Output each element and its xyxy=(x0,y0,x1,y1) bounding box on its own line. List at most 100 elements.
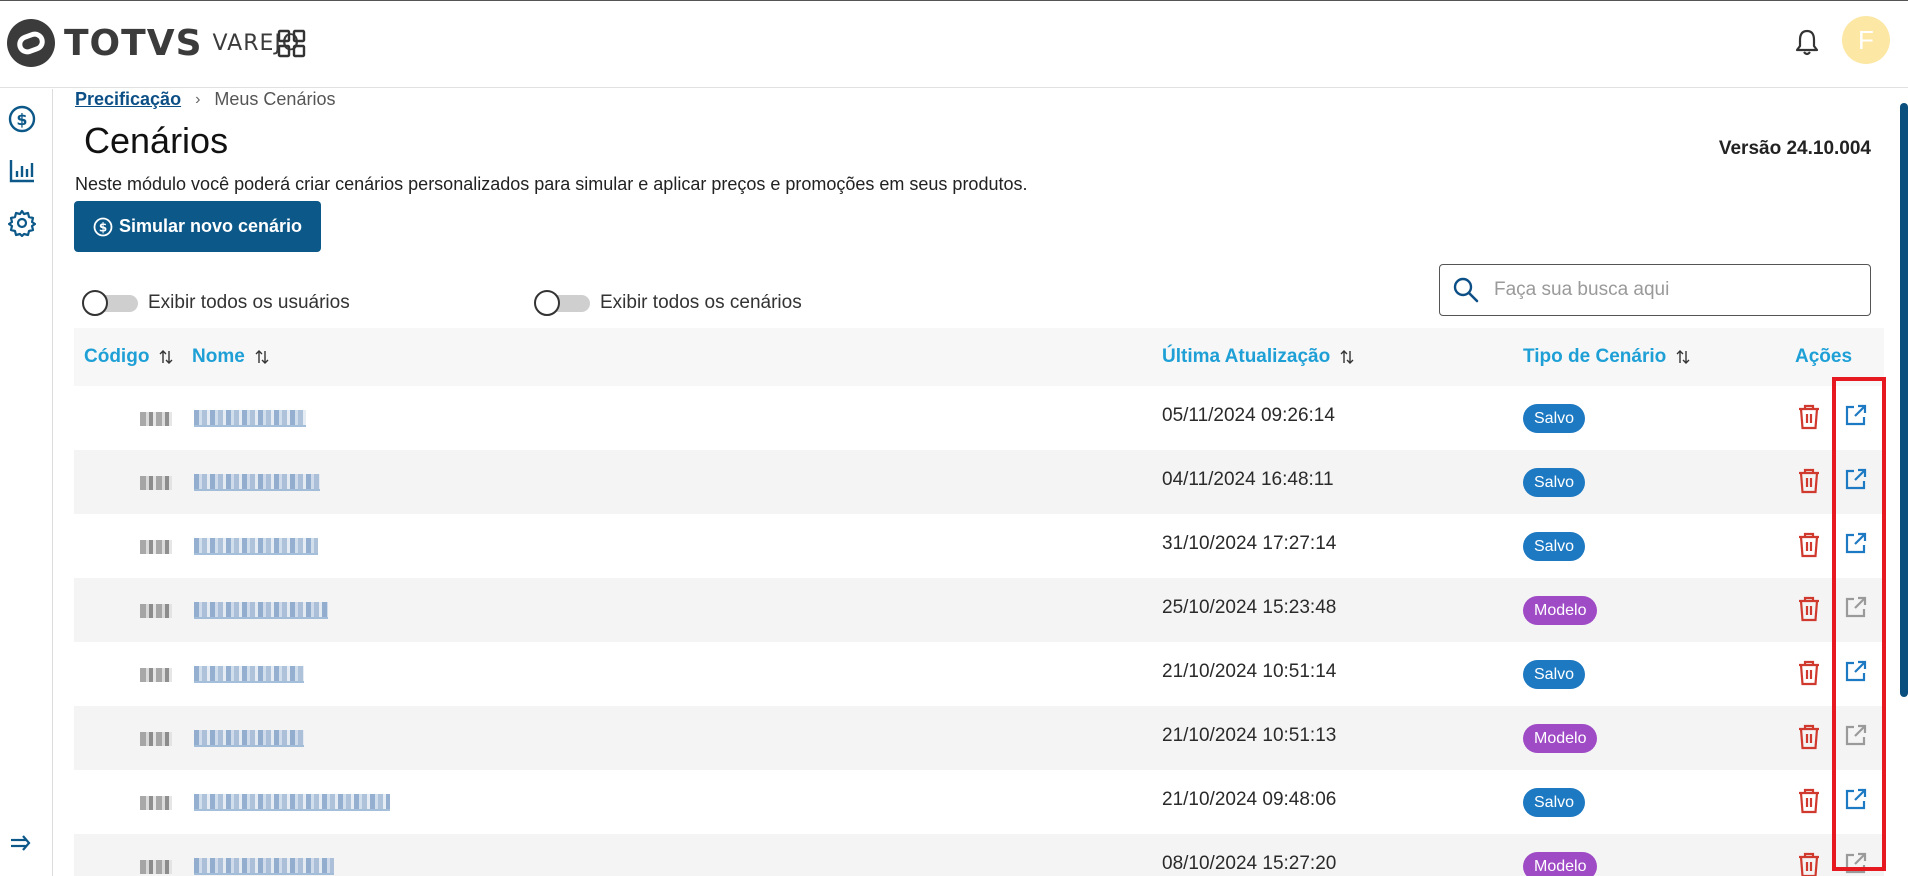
all-scenarios-filter: Exibir todos os cenários xyxy=(534,290,802,316)
actions-highlight-box xyxy=(1832,377,1886,871)
scenario-code-redacted xyxy=(140,412,172,426)
bar-chart-icon[interactable] xyxy=(8,157,36,185)
new-scenario-button[interactable]: $ Simular novo cenário xyxy=(74,201,321,252)
table-body: 05/11/2024 09:26:14 Salvo 04/11/2024 16:4… xyxy=(74,386,1884,876)
gear-icon[interactable] xyxy=(8,209,36,237)
logo-text: TOTVS xyxy=(64,22,203,64)
scenario-name-link-redacted[interactable] xyxy=(194,474,320,491)
scenario-name-link-redacted[interactable] xyxy=(194,730,304,747)
scenario-type-badge: Salvo xyxy=(1523,660,1586,689)
expand-menu-icon[interactable] xyxy=(9,832,33,856)
search-box[interactable] xyxy=(1439,264,1871,316)
scenario-code-redacted xyxy=(140,540,172,554)
scenario-type-badge: Salvo xyxy=(1523,404,1586,433)
scenario-name-link-redacted[interactable] xyxy=(194,538,318,555)
scenarios-table: Código Nome Última Atualização Tipo de C… xyxy=(74,328,1884,876)
column-actions-label: Ações xyxy=(1795,346,1853,367)
breadcrumb-root-link[interactable]: Precificação xyxy=(75,89,181,110)
scenario-code-redacted xyxy=(140,604,172,618)
scenario-name-link-redacted[interactable] xyxy=(194,794,390,811)
scenario-updated-date: 31/10/2024 17:27:14 xyxy=(1162,533,1337,554)
trash-icon[interactable] xyxy=(1797,532,1821,558)
apps-grid-icon[interactable] xyxy=(277,29,307,59)
trash-icon[interactable] xyxy=(1797,852,1821,876)
column-name[interactable]: Nome xyxy=(192,346,269,368)
scenario-code-redacted xyxy=(140,796,172,810)
toggle-knob xyxy=(82,290,108,316)
all-scenarios-toggle[interactable] xyxy=(534,290,592,316)
table-row[interactable]: 21/10/2024 09:48:06 Salvo xyxy=(74,770,1884,834)
sort-arrows-icon[interactable] xyxy=(159,349,173,365)
table-row[interactable]: 25/10/2024 15:23:48 Modelo xyxy=(74,578,1884,642)
trash-icon[interactable] xyxy=(1797,468,1821,494)
column-updated-label: Última Atualização xyxy=(1162,346,1331,367)
scenario-type-badge: Modelo xyxy=(1523,852,1598,876)
bell-icon[interactable] xyxy=(1792,27,1822,57)
search-input[interactable] xyxy=(1494,279,1854,301)
column-code[interactable]: Código xyxy=(84,346,173,368)
table-row[interactable]: 08/10/2024 15:27:20 Modelo xyxy=(74,834,1884,876)
scenario-updated-date: 05/11/2024 09:26:14 xyxy=(1162,405,1335,426)
sort-arrows-icon[interactable] xyxy=(1676,349,1690,365)
scenario-name-link-redacted[interactable] xyxy=(194,602,328,619)
column-type[interactable]: Tipo de Cenário xyxy=(1523,346,1690,368)
page-title: Cenários xyxy=(84,120,229,161)
column-actions: Ações xyxy=(1795,346,1852,368)
table-header: Código Nome Última Atualização Tipo de C… xyxy=(74,328,1884,386)
side-nav: $ xyxy=(0,89,53,876)
dollar-circle-icon[interactable]: $ xyxy=(8,105,36,133)
scenario-code-redacted xyxy=(140,732,172,746)
scenario-updated-date: 21/10/2024 10:51:13 xyxy=(1162,725,1337,746)
scenario-updated-date: 21/10/2024 09:48:06 xyxy=(1162,789,1337,810)
scenario-code-redacted xyxy=(140,476,172,490)
column-type-label: Tipo de Cenário xyxy=(1523,346,1667,367)
scenario-type-badge: Salvo xyxy=(1523,532,1586,561)
toggle-knob xyxy=(534,290,560,316)
table-row[interactable]: 21/10/2024 10:51:14 Salvo xyxy=(74,642,1884,706)
page-description: Neste módulo você poderá criar cenários … xyxy=(75,174,1028,194)
trash-icon[interactable] xyxy=(1797,404,1821,430)
scenario-type-badge: Modelo xyxy=(1523,724,1598,753)
totvs-logo[interactable]: TOTVS VAREJO xyxy=(6,18,300,68)
scenario-code-redacted xyxy=(140,668,172,682)
totvs-logo-icon xyxy=(7,19,55,67)
scenario-name-link-redacted[interactable] xyxy=(194,410,306,427)
page-scrollbar[interactable] xyxy=(1900,103,1908,697)
trash-icon[interactable] xyxy=(1797,788,1821,814)
svg-text:$: $ xyxy=(99,220,107,234)
trash-icon[interactable] xyxy=(1797,596,1821,622)
version-label: Versão 24.10.004 xyxy=(1718,138,1871,159)
trash-icon[interactable] xyxy=(1797,724,1821,750)
new-scenario-button-label: Simular novo cenário xyxy=(118,216,303,236)
svg-text:$: $ xyxy=(16,110,27,129)
dollar-circle-icon: $ xyxy=(93,217,113,236)
scenario-updated-date: 21/10/2024 10:51:14 xyxy=(1162,661,1337,682)
scenario-type-badge: Salvo xyxy=(1523,788,1586,817)
column-name-label: Nome xyxy=(192,346,245,367)
table-row[interactable]: 04/11/2024 16:48:11 Salvo xyxy=(74,450,1884,514)
scenario-updated-date: 25/10/2024 15:23:48 xyxy=(1162,597,1337,618)
sort-arrows-icon[interactable] xyxy=(255,349,269,365)
column-updated[interactable]: Última Atualização xyxy=(1162,346,1354,368)
top-header: TOTVS VAREJO F xyxy=(0,0,1908,88)
user-avatar[interactable]: F xyxy=(1842,16,1890,64)
scenario-name-link-redacted[interactable] xyxy=(194,858,334,875)
all-users-label: Exibir todos os usuários xyxy=(148,292,350,313)
table-row[interactable]: 05/11/2024 09:26:14 Salvo xyxy=(74,386,1884,450)
search-icon xyxy=(1453,277,1479,303)
scenario-updated-date: 04/11/2024 16:48:11 xyxy=(1162,469,1334,490)
all-users-toggle[interactable] xyxy=(82,290,140,316)
scenario-code-redacted xyxy=(140,860,172,874)
breadcrumb-separator: › xyxy=(195,90,201,108)
scenario-updated-date: 08/10/2024 15:27:20 xyxy=(1162,853,1337,874)
column-code-label: Código xyxy=(84,346,150,367)
trash-icon[interactable] xyxy=(1797,660,1821,686)
breadcrumb-current: Meus Cenários xyxy=(214,89,336,109)
all-scenarios-label: Exibir todos os cenários xyxy=(600,292,802,313)
table-row[interactable]: 21/10/2024 10:51:13 Modelo xyxy=(74,706,1884,770)
scenario-name-link-redacted[interactable] xyxy=(194,666,304,683)
scenario-type-badge: Modelo xyxy=(1523,596,1598,625)
sort-arrows-icon[interactable] xyxy=(1340,349,1354,365)
table-row[interactable]: 31/10/2024 17:27:14 Salvo xyxy=(74,514,1884,578)
breadcrumb: Precificação › Meus Cenários xyxy=(75,89,335,110)
